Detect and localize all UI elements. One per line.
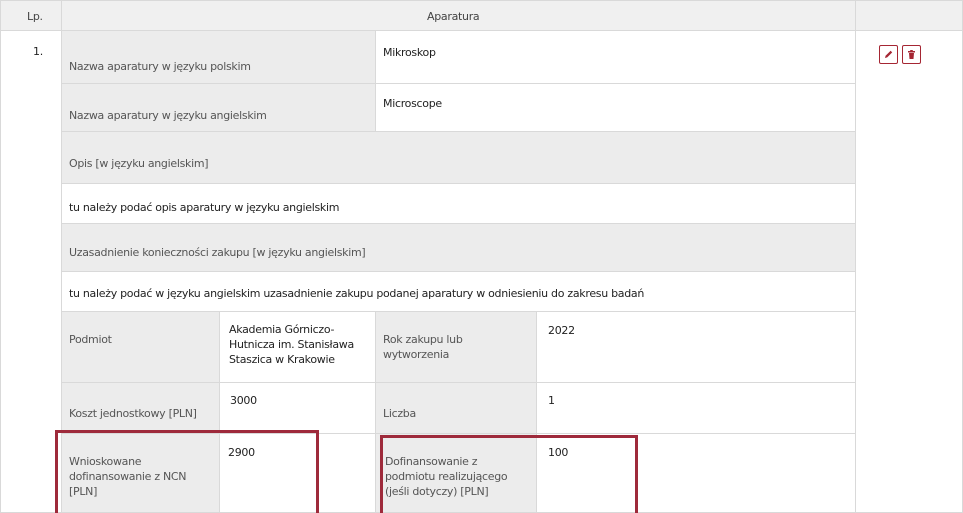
description-label: Opis [w języku angielskim] <box>69 157 209 170</box>
entity-label-cell: Podmiot <box>62 312 220 383</box>
ncn-funding-value-cell: 2900 <box>220 434 376 513</box>
row-number-cell: 1. <box>0 31 62 513</box>
ncn-funding-label-cell: Wnioskowane dofinansowanie z NCN [PLN] <box>62 434 220 513</box>
description-value: tu należy podać opis aparatury w języku … <box>69 201 340 214</box>
cofunding-value: 100 <box>548 446 569 459</box>
justification-label: Uzasadnienie konieczności zakupu [w języ… <box>69 246 366 259</box>
name-en-label-cell: Nazwa aparatury w języku angielskim <box>62 84 376 132</box>
name-pl-label-cell: Nazwa aparatury w języku polskim <box>62 31 376 84</box>
cofunding-value-cell: 100 <box>537 434 856 513</box>
justification-value-cell: tu należy podać w języku angielskim uzas… <box>62 272 856 312</box>
row-actions-cell <box>856 31 963 513</box>
entity-label: Podmiot <box>69 333 112 346</box>
trash-icon <box>908 50 915 59</box>
name-en-value: Microscope <box>383 97 442 110</box>
justification-value: tu należy podać w języku angielskim uzas… <box>69 287 644 300</box>
quantity-label-cell: Liczba <box>376 383 537 434</box>
unit-cost-value: 3000 <box>230 394 257 407</box>
edit-button[interactable] <box>879 45 898 64</box>
year-label: Rok zakupu lub wytworzenia <box>383 333 463 361</box>
name-en-value-cell: Microscope <box>376 84 856 132</box>
row-number: 1. <box>33 45 43 58</box>
name-en-label: Nazwa aparatury w języku angielskim <box>69 109 267 122</box>
entity-value-cell: Akademia Górniczo-Hutnicza im. Stanisław… <box>220 312 376 383</box>
year-value-cell: 2022 <box>537 312 856 383</box>
ncn-funding-label: Wnioskowane dofinansowanie z NCN [PLN] <box>69 455 187 498</box>
quantity-value-cell: 1 <box>537 383 856 434</box>
year-value: 2022 <box>548 324 575 337</box>
name-pl-value-cell: Mikroskop <box>376 31 856 84</box>
entity-value: Akademia Górniczo-Hutnicza im. Stanisław… <box>229 323 354 366</box>
column-header-lp: Lp. <box>0 0 62 31</box>
delete-button[interactable] <box>902 45 921 64</box>
cofunding-label: Dofinansowanie z podmiotu realizującego … <box>385 455 508 498</box>
pencil-icon <box>885 50 893 58</box>
description-value-cell: tu należy podać opis aparatury w języku … <box>62 184 856 224</box>
ncn-funding-value: 2900 <box>228 446 255 459</box>
unit-cost-value-cell: 3000 <box>220 383 376 434</box>
description-label-cell: Opis [w języku angielskim] <box>62 132 856 184</box>
year-label-cell: Rok zakupu lub wytworzenia <box>376 312 537 383</box>
name-pl-value: Mikroskop <box>383 46 436 59</box>
cofunding-label-cell: Dofinansowanie z podmiotu realizującego … <box>376 434 537 513</box>
name-pl-label: Nazwa aparatury w języku polskim <box>69 60 251 73</box>
unit-cost-label: Koszt jednostkowy [PLN] <box>69 407 197 420</box>
unit-cost-label-cell: Koszt jednostkowy [PLN] <box>62 383 220 434</box>
quantity-label: Liczba <box>383 407 416 420</box>
justification-label-cell: Uzasadnienie konieczności zakupu [w języ… <box>62 224 856 272</box>
column-header-aparatura: Aparatura <box>62 0 856 31</box>
column-header-actions <box>856 0 963 31</box>
quantity-value: 1 <box>548 394 555 407</box>
